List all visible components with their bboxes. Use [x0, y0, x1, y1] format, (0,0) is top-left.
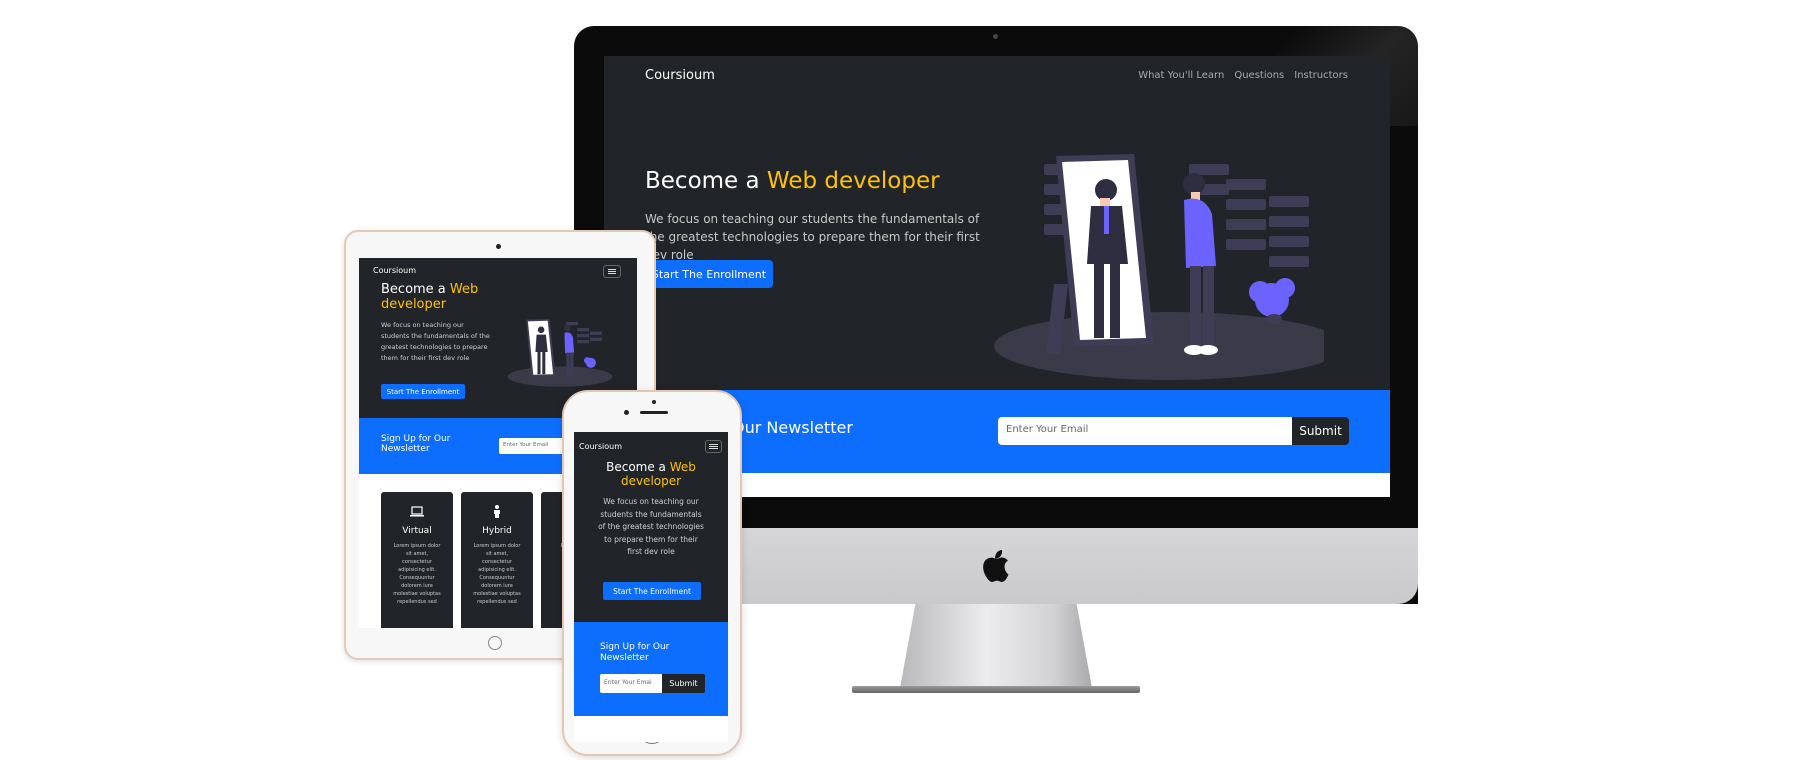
hamburger-menu-icon[interactable] [705, 440, 722, 453]
hamburger-menu-icon[interactable] [603, 265, 621, 278]
phone-newsletter: Sign Up for Our Newsletter Enter Your Em… [574, 622, 728, 716]
person-mirror-illustration [994, 154, 1324, 380]
tablet-hero-title: Become a Web developer [381, 282, 479, 312]
tablet-card-virtual[interactable]: Virtual Lorem ipsum dolor sit amet, cons… [381, 492, 453, 628]
phone-screen: Coursioum Become a Web developer We focu… [574, 432, 728, 742]
card-title: Virtual [402, 526, 432, 536]
phone-newsletter-title: Sign Up for Our Newsletter [600, 642, 670, 663]
phone-hero-text: We focus on teaching our students the fu… [598, 497, 704, 556]
nav-link-questions[interactable]: Questions [1234, 70, 1284, 81]
monitor-camera [993, 34, 998, 39]
tablet-camera [496, 244, 501, 249]
person-mirror-illustration [507, 319, 613, 387]
phone-email-input[interactable]: Enter Your Emai [600, 674, 662, 693]
desktop-brand[interactable]: Coursioum [645, 68, 715, 83]
phone-speaker [640, 411, 668, 414]
apple-logo-icon [983, 550, 1009, 582]
desktop-hero: Coursioum What You'll Learn Questions In… [604, 56, 1390, 390]
desktop-hero-text: We focus on teaching our students the fu… [645, 212, 980, 262]
monitor-stand [900, 604, 1092, 688]
laptop-icon [410, 506, 424, 517]
desktop-newsletter-title: Our Newsletter [732, 418, 853, 437]
desktop-hero-title: Become a Web developer [645, 168, 940, 194]
nav-link-what-youll-learn[interactable]: What You'll Learn [1138, 70, 1224, 81]
tablet-card-hybrid[interactable]: Hybrid Lorem ipsum dolor sit amet, conse… [461, 492, 533, 628]
tablet-email-placeholder: Enter Your Email [503, 442, 549, 448]
desktop-email-placeholder: Enter Your Email [1006, 424, 1089, 435]
phone-cta-button[interactable]: Start The Enrollment [603, 582, 701, 600]
tablet-newsletter-title: Sign Up for Our Newsletter [381, 434, 451, 454]
phone-hero: Coursioum Become a Web developer We focu… [574, 432, 728, 622]
phone-email-placeholder: Enter Your Emai [604, 679, 652, 686]
card-title: Hybrid [482, 526, 512, 536]
card-text: Lorem ipsum dolor sit amet, consectetur … [473, 543, 521, 605]
tablet-cta-button[interactable]: Start The Enrollment [381, 384, 465, 399]
desktop-nav: What You'll Learn Questions Instructors [1138, 70, 1348, 81]
desktop-email-input[interactable]: Enter Your Email [998, 417, 1292, 445]
monitor-stand-base [852, 686, 1140, 693]
tablet-brand[interactable]: Coursioum [373, 266, 416, 275]
tablet-home-button[interactable] [488, 636, 502, 650]
phone-hero-title: Become a Web developer [606, 460, 696, 488]
card-text: Lorem ipsum dolor sit amet, consectetur … [393, 543, 441, 605]
desktop-cta-button[interactable]: Start The Enrollment [645, 260, 773, 288]
phone-brand[interactable]: Coursioum [579, 442, 622, 451]
tablet-hero-text: We focus on teaching our students the fu… [381, 321, 490, 362]
phone-camera [652, 400, 656, 404]
phone-submit-button[interactable]: Submit [662, 674, 705, 693]
desktop-submit-button[interactable]: Submit [1292, 417, 1349, 445]
person-icon [494, 505, 500, 518]
phone-sensor [624, 410, 629, 415]
nav-link-instructors[interactable]: Instructors [1294, 70, 1348, 81]
